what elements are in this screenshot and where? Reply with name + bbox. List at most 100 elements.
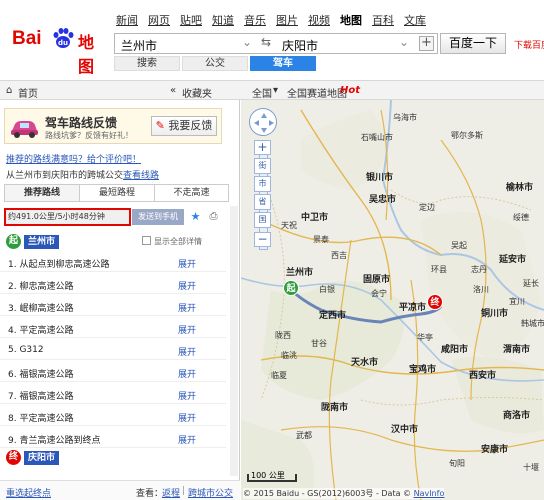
nav-item-wenku[interactable]: 文库 [404,12,426,28]
zoom-in-button[interactable]: + [254,140,271,155]
panel-footer: 重选起终点 查看： 返程 | 跨城市公交 [0,480,240,500]
tab-search[interactable]: 搜索 [114,56,180,71]
end-city[interactable]: 庆阳市 [24,451,60,465]
expand-link[interactable]: 展开 [178,433,196,446]
start-city[interactable]: 兰州市 [24,235,60,249]
rate-route-link[interactable]: 推荐的路线满意吗？给个评价吧！ [6,152,141,165]
end-badge: 终 [6,450,21,465]
map-label: 渭南市 [503,345,531,355]
return-link[interactable]: 返程 [162,486,180,499]
map-canvas[interactable]: 乌海市 石嘴山市 鄂尔多斯 银川市 榆林市 吴忠市 绥德 中卫市 定边 延安市 … [241,100,544,500]
list-item[interactable]: 7. 福银高速公路 展开 [0,384,226,404]
view-lines-link[interactable]: 查看线路 [123,171,159,181]
list-item[interactable]: 6. 福银高速公路 展开 [0,362,226,382]
star-icon[interactable]: ★ [188,209,203,225]
expand-link[interactable]: 展开 [178,345,196,358]
map-label: 武都 [296,431,312,440]
map-label: 韩城市 [521,319,544,328]
favorites-link[interactable]: 收藏夹 [182,85,212,100]
expand-link[interactable]: 展开 [178,411,196,424]
zoom-out-button[interactable]: − [254,232,271,247]
tab-no-highway[interactable]: 不走高速 [155,185,228,201]
step-text: 4. 平定高速公路 [8,326,74,336]
expand-link[interactable]: 展开 [178,257,196,270]
show-all-label: 显示全部详情 [154,237,202,246]
add-waypoint-button[interactable]: + [419,36,434,51]
expand-link[interactable]: 展开 [178,323,196,336]
map-label: 安康市 [481,445,509,455]
pan-control[interactable] [249,108,277,136]
list-item[interactable]: 1. 从起点到柳忠高速公路 展开 [0,252,226,272]
list-item[interactable]: 4. 平定高速公路 展开 [0,318,226,338]
feedback-button[interactable]: ✎ 我要反馈 [151,116,217,136]
swap-icon[interactable]: ⇆ [261,35,271,49]
list-item[interactable]: 5. G312 展开 [0,340,226,360]
nav-item-video[interactable]: 视频 [308,12,330,28]
collapse-icon[interactable]: « [170,85,176,96]
origin-dropdown-icon[interactable]: ⌄ [242,35,252,49]
destination-dropdown-icon[interactable]: ⌄ [399,35,409,49]
expand-link[interactable]: 展开 [178,389,196,402]
hot-badge: Hot [340,85,361,96]
list-item[interactable]: 2. 柳忠高速公路 展开 [0,274,226,294]
map-label: 固原市 [363,275,391,285]
tab-recommended[interactable]: 推荐路线 [5,185,80,201]
home-link[interactable]: 首页 [18,85,38,100]
scale-label: 100 公里 [251,471,285,480]
expand-link[interactable]: 展开 [178,279,196,292]
map-graphics [241,100,544,500]
list-item[interactable]: 3. 岷柳高速公路 展开 [0,296,226,316]
nav-item-images[interactable]: 图片 [276,12,298,28]
transit-line: 从兰州市到庆阳市的跨城公交查看线路 [6,168,159,181]
nav-item-web[interactable]: 网页 [148,12,170,28]
level-street[interactable]: 街 [254,158,271,174]
nav-item-baike[interactable]: 百科 [372,12,394,28]
list-item[interactable]: 8. 平定高速公路 展开 [0,406,226,426]
tab-transit[interactable]: 公交 [182,56,248,71]
print-icon[interactable]: ⎙ [206,209,221,225]
map-label: 定西市 [319,311,347,321]
list-item[interactable]: 9. 青兰高速公路到终点 展开 [0,428,226,448]
copyright-text: © 2015 Baidu - GS(2012)6003号 - Data © [243,489,414,498]
nav-item-tieba[interactable]: 贴吧 [180,12,202,28]
level-province[interactable]: 省 [254,194,271,210]
show-all-checkbox[interactable] [142,236,151,245]
destination-input[interactable]: 庆阳市 [282,37,318,54]
route-panel: 驾车路线反馈 路线坑爹？反馈有好礼！ ✎ 我要反馈 推荐的路线满意吗？给个评价吧… [0,100,240,500]
tab-shortest[interactable]: 最短路程 [80,185,155,201]
expand-link[interactable]: 展开 [178,367,196,380]
area-select[interactable]: 全国 [252,85,272,100]
area-dropdown-icon[interactable]: ▾ [273,85,278,96]
send-to-phone-button[interactable]: 发送到手机 [132,209,184,225]
expand-link[interactable]: 展开 [178,301,196,314]
map-label: 兰州市 [286,268,314,278]
nav-item-music[interactable]: 音乐 [244,12,266,28]
level-city[interactable]: 市 [254,176,271,192]
search-button[interactable]: 百度一下 [440,33,506,54]
reselect-link[interactable]: 重选起终点 [6,486,51,499]
map-label: 延长 [523,279,539,288]
end-marker[interactable]: 终 [427,294,443,310]
scrollbar[interactable] [230,206,238,476]
baidu-map-logo[interactable]: Bai du 地图 [8,26,108,76]
map-label: 西安市 [469,371,497,381]
cross-city-transit-link[interactable]: 跨城市公交 [188,486,233,499]
copyright: © 2015 Baidu - GS(2012)6003号 - Data © Na… [243,488,445,499]
navinfo-link[interactable]: NavInfo [414,489,445,498]
tab-drive[interactable]: 驾车 [250,56,316,71]
download-link[interactable]: 下载百度地图 [514,38,544,51]
start-marker[interactable]: 起 [283,280,299,296]
nav-item-zhidao[interactable]: 知道 [212,12,234,28]
step-text: 3. 岷柳高速公路 [8,304,74,314]
all-map-link[interactable]: 全国赛道地图 [287,85,347,100]
level-country[interactable]: 国 [254,212,271,228]
nav-item-news[interactable]: 新闻 [116,12,138,28]
home-icon[interactable]: ⌂ [6,85,12,96]
map-label: 石嘴山市 [361,133,393,142]
map-label: 临洮 [281,351,297,360]
origin-input[interactable]: 兰州市 [121,37,157,54]
route-option-tabs: 推荐路线 最短路程 不走高速 [4,184,229,202]
map-label: 咸阳市 [441,345,469,355]
map-label: 会宁 [371,289,387,298]
nav-item-map[interactable]: 地图 [340,12,362,28]
